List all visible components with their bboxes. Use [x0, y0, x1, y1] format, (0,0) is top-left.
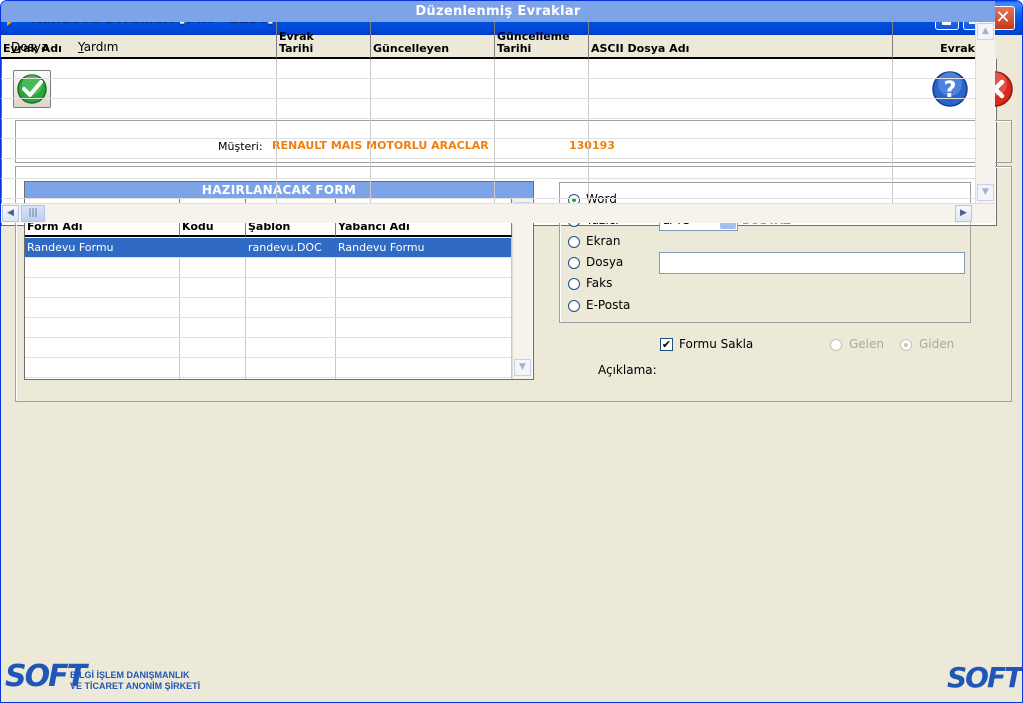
table-row[interactable]: Randevu Formu randevu.DOC Randevu Formu — [25, 238, 511, 258]
scroll-down-icon[interactable]: ▼ — [977, 184, 994, 201]
table-row[interactable] — [1, 79, 975, 99]
cell-form-adi: Randevu Formu — [27, 241, 114, 254]
description-label: Açıklama: — [598, 363, 657, 377]
scroll-right-icon[interactable]: ▶ — [955, 205, 972, 222]
cell-yabanci-adi: Randevu Formu — [338, 241, 425, 254]
radio-eposta[interactable] — [568, 300, 580, 312]
table-row[interactable] — [25, 338, 511, 358]
documents-grid: Düzenlenmiş Evraklar Evrak Adı Evrak Tar… — [1, 1, 997, 226]
radio-gelen[interactable] — [830, 339, 842, 351]
column-header-evrak-adi[interactable]: Evrak Adı — [1, 22, 277, 59]
close-icon: ✕ — [995, 7, 1011, 28]
radio-giden[interactable] — [900, 339, 912, 351]
table-row[interactable] — [1, 99, 975, 119]
scroll-thumb[interactable]: ||| — [21, 205, 45, 222]
right-logo: SOFT — [947, 661, 1022, 694]
table-row[interactable] — [1, 119, 975, 139]
column-header-guncelleyen[interactable]: Güncelleyen — [371, 22, 495, 59]
table-row[interactable] — [25, 358, 511, 378]
table-row[interactable] — [25, 298, 511, 318]
radio-giden-label: Giden — [919, 337, 955, 351]
documents-grid-caption: Düzenlenmiş Evraklar — [1, 1, 995, 22]
table-row[interactable] — [25, 278, 511, 298]
file-path-input[interactable] — [659, 252, 965, 274]
scroll-down-icon[interactable]: ▼ — [514, 359, 531, 376]
table-row[interactable] — [1, 59, 975, 79]
radio-dosya[interactable] — [568, 257, 580, 269]
table-row[interactable] — [1, 159, 975, 179]
column-header-ascii-dosya-adi[interactable]: ASCII Dosya Adı — [589, 22, 893, 59]
radio-eposta-label: E-Posta — [586, 298, 631, 312]
save-form-label: Formu Sakla — [679, 337, 754, 351]
radio-gelen-label: Gelen — [849, 337, 885, 351]
table-row[interactable] — [1, 179, 975, 199]
table-row[interactable] — [1, 139, 975, 159]
documents-grid-hscrollbar[interactable]: ◀ ||| ▶ — [1, 203, 995, 223]
company-name-line1: BİLGİ İŞLEM DANIŞMANLIK — [70, 670, 190, 680]
scroll-left-icon[interactable]: ◀ — [2, 205, 19, 222]
main-window: Randevu Evrakları [PIN - Z230] ✕ Dosya Y… — [0, 0, 1023, 703]
cell-sablon: randevu.DOC — [248, 241, 322, 254]
save-form-checkbox[interactable]: ✔ — [660, 338, 673, 351]
column-header-evrak[interactable]: Evrak — [893, 22, 975, 59]
column-header-guncelleme-tarihi[interactable]: Güncelleme Tarihi — [495, 22, 589, 59]
radio-faks[interactable] — [568, 278, 580, 290]
table-row[interactable] — [25, 258, 511, 278]
radio-ekran-label: Ekran — [586, 234, 621, 248]
column-header-evrak-tarihi[interactable]: Evrak Tarihi — [277, 22, 371, 59]
documents-grid-vscrollbar[interactable]: ▲ ▼ — [975, 22, 995, 203]
radio-ekran[interactable] — [568, 236, 580, 248]
table-row[interactable] — [25, 318, 511, 338]
radio-dosya-label: Dosya — [586, 255, 624, 269]
radio-faks-label: Faks — [586, 276, 613, 290]
scroll-up-icon[interactable]: ▲ — [977, 23, 994, 40]
company-name-line2: VE TİCARET ANONİM ŞİRKETİ — [70, 681, 201, 691]
form-grid-scrollbar[interactable]: ▲ ▼ — [512, 199, 532, 379]
